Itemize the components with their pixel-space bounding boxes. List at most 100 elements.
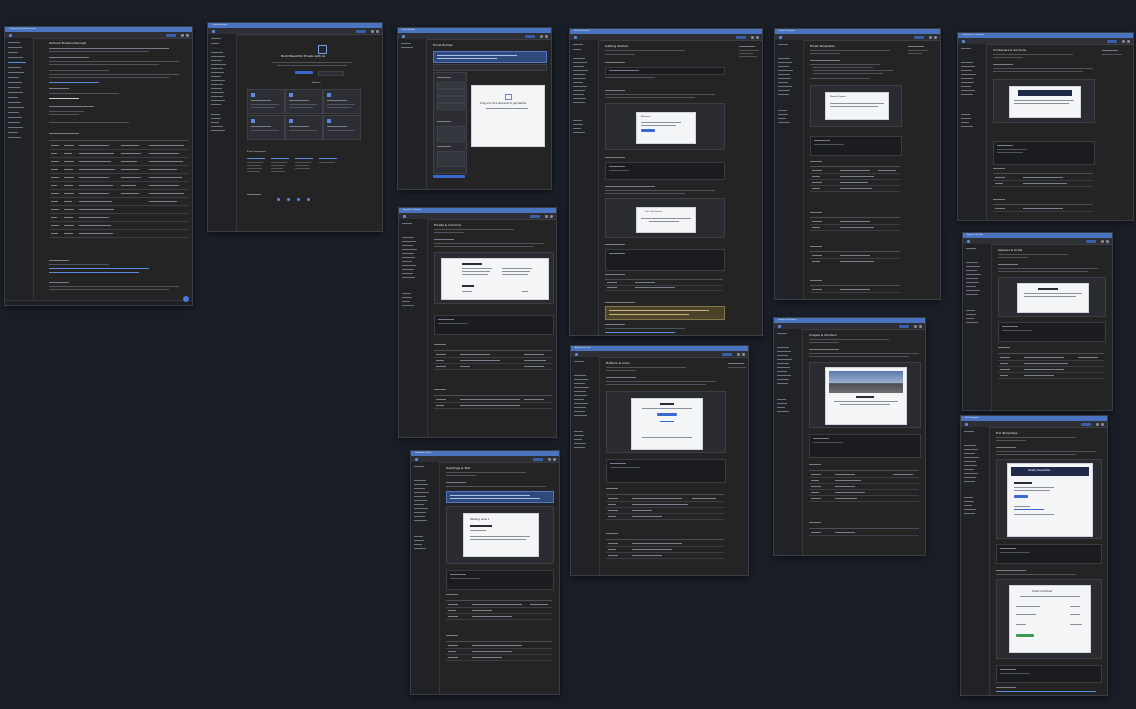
header-button[interactable] bbox=[1086, 239, 1096, 243]
newsletter-preview: Weekly Newsletter bbox=[1007, 463, 1093, 537]
export-button[interactable] bbox=[433, 175, 465, 178]
sidebar-item[interactable] bbox=[8, 72, 24, 73]
user-icon[interactable] bbox=[186, 33, 189, 37]
sidebar-item[interactable] bbox=[8, 102, 21, 103]
user-icon[interactable] bbox=[376, 29, 379, 33]
sidebar-item[interactable] bbox=[8, 52, 18, 53]
app-logo-icon bbox=[415, 457, 418, 461]
sidebar-item[interactable] bbox=[8, 127, 23, 128]
user-icon[interactable] bbox=[919, 324, 922, 328]
settings-icon[interactable] bbox=[1101, 239, 1104, 243]
feature-card[interactable] bbox=[247, 115, 285, 140]
action-icon[interactable] bbox=[277, 198, 280, 201]
user-icon[interactable] bbox=[742, 352, 745, 356]
properties-panel[interactable] bbox=[437, 126, 465, 142]
main-content: Getting Started Welcome! Let's Get Start… bbox=[599, 40, 762, 335]
sidebar-item[interactable] bbox=[8, 122, 20, 123]
header-button[interactable] bbox=[166, 33, 176, 37]
settings-icon[interactable] bbox=[914, 324, 917, 328]
header-button[interactable] bbox=[899, 324, 909, 328]
feature-card[interactable] bbox=[323, 89, 361, 114]
cta-button[interactable] bbox=[641, 129, 655, 132]
code-block bbox=[809, 434, 921, 458]
header-button[interactable] bbox=[525, 34, 535, 38]
settings-icon[interactable] bbox=[540, 34, 543, 38]
assistant-button[interactable] bbox=[183, 296, 189, 302]
user-icon[interactable] bbox=[550, 214, 553, 218]
code-block bbox=[996, 544, 1102, 564]
track-order-button[interactable] bbox=[1016, 634, 1034, 637]
settings-icon[interactable] bbox=[371, 29, 374, 33]
header-button[interactable] bbox=[736, 35, 746, 39]
sidebar-item[interactable] bbox=[8, 107, 24, 108]
settings-icon[interactable] bbox=[737, 352, 740, 356]
app-logo-icon bbox=[9, 33, 12, 37]
sidebar bbox=[411, 462, 440, 694]
email-canvas[interactable]: Drag and drop elements to get started bbox=[471, 85, 545, 147]
action-icon[interactable] bbox=[307, 198, 310, 201]
settings-icon[interactable] bbox=[1096, 422, 1099, 426]
settings-icon[interactable] bbox=[548, 457, 551, 461]
sidebar-item[interactable] bbox=[8, 92, 23, 93]
user-icon[interactable] bbox=[1127, 39, 1130, 43]
header-button[interactable] bbox=[1107, 39, 1117, 43]
order-preview: Order Confirmed bbox=[1009, 585, 1091, 653]
component-item[interactable] bbox=[437, 103, 465, 110]
settings-icon[interactable] bbox=[751, 35, 754, 39]
settings-icon[interactable] bbox=[929, 35, 932, 39]
sidebar-item[interactable] bbox=[8, 87, 20, 88]
sidebar-item[interactable] bbox=[8, 82, 22, 83]
sidebar-item[interactable] bbox=[8, 67, 21, 68]
code-block bbox=[993, 141, 1095, 165]
read-more-button[interactable] bbox=[1014, 495, 1028, 498]
feature-card[interactable] bbox=[285, 115, 323, 140]
header-button[interactable] bbox=[530, 214, 540, 218]
page-title: Email Templates bbox=[810, 44, 835, 48]
header-button[interactable] bbox=[356, 29, 366, 33]
page-title: Full Templates bbox=[996, 431, 1018, 435]
user-icon[interactable] bbox=[553, 457, 556, 461]
update-card: Monthly Update bbox=[825, 92, 889, 120]
user-icon[interactable] bbox=[756, 35, 759, 39]
settings-icon[interactable] bbox=[1122, 39, 1125, 43]
window-containers: Containers & Sections Containers & Secti… bbox=[957, 32, 1134, 221]
settings-icon[interactable] bbox=[545, 214, 548, 218]
sidebar-item[interactable] bbox=[8, 57, 23, 58]
header-button[interactable] bbox=[1081, 422, 1091, 426]
sidebar-item[interactable] bbox=[8, 77, 19, 78]
component-item[interactable] bbox=[437, 82, 465, 89]
component-item[interactable] bbox=[437, 96, 465, 103]
sidebar-item[interactable] bbox=[8, 97, 18, 98]
header-button[interactable] bbox=[533, 457, 543, 461]
sidebar-item[interactable] bbox=[8, 132, 18, 133]
feature-card[interactable] bbox=[323, 115, 361, 140]
app-logo-icon bbox=[403, 214, 406, 218]
user-icon[interactable] bbox=[545, 34, 548, 38]
user-icon[interactable] bbox=[934, 35, 937, 39]
primary-button[interactable] bbox=[657, 413, 677, 416]
feature-card[interactable] bbox=[285, 89, 323, 114]
settings-icon[interactable] bbox=[181, 33, 184, 37]
sidebar-item[interactable] bbox=[8, 137, 21, 138]
code-block bbox=[434, 315, 554, 335]
main-content: Emails & Columns bbox=[428, 219, 556, 437]
preview-frame: Welcome! bbox=[605, 103, 725, 150]
quick-actions bbox=[277, 198, 310, 201]
action-icon[interactable] bbox=[297, 198, 300, 201]
header-button[interactable] bbox=[722, 352, 732, 356]
get-started-button[interactable] bbox=[295, 71, 313, 74]
component-item[interactable] bbox=[437, 89, 465, 96]
learn-more-button[interactable] bbox=[318, 71, 344, 76]
user-icon[interactable] bbox=[1106, 239, 1109, 243]
sidebar-item[interactable] bbox=[8, 112, 19, 113]
feature-card[interactable] bbox=[247, 89, 285, 114]
action-icon[interactable] bbox=[287, 198, 290, 201]
sidebar bbox=[570, 40, 599, 335]
header-button[interactable] bbox=[914, 35, 924, 39]
sidebar-item[interactable] bbox=[8, 47, 22, 48]
upload-area[interactable] bbox=[437, 151, 465, 167]
sidebar-item[interactable] bbox=[8, 117, 22, 118]
user-icon[interactable] bbox=[1101, 422, 1104, 426]
sidebar-item[interactable] bbox=[8, 42, 20, 43]
sidebar-item-active[interactable] bbox=[8, 62, 26, 63]
